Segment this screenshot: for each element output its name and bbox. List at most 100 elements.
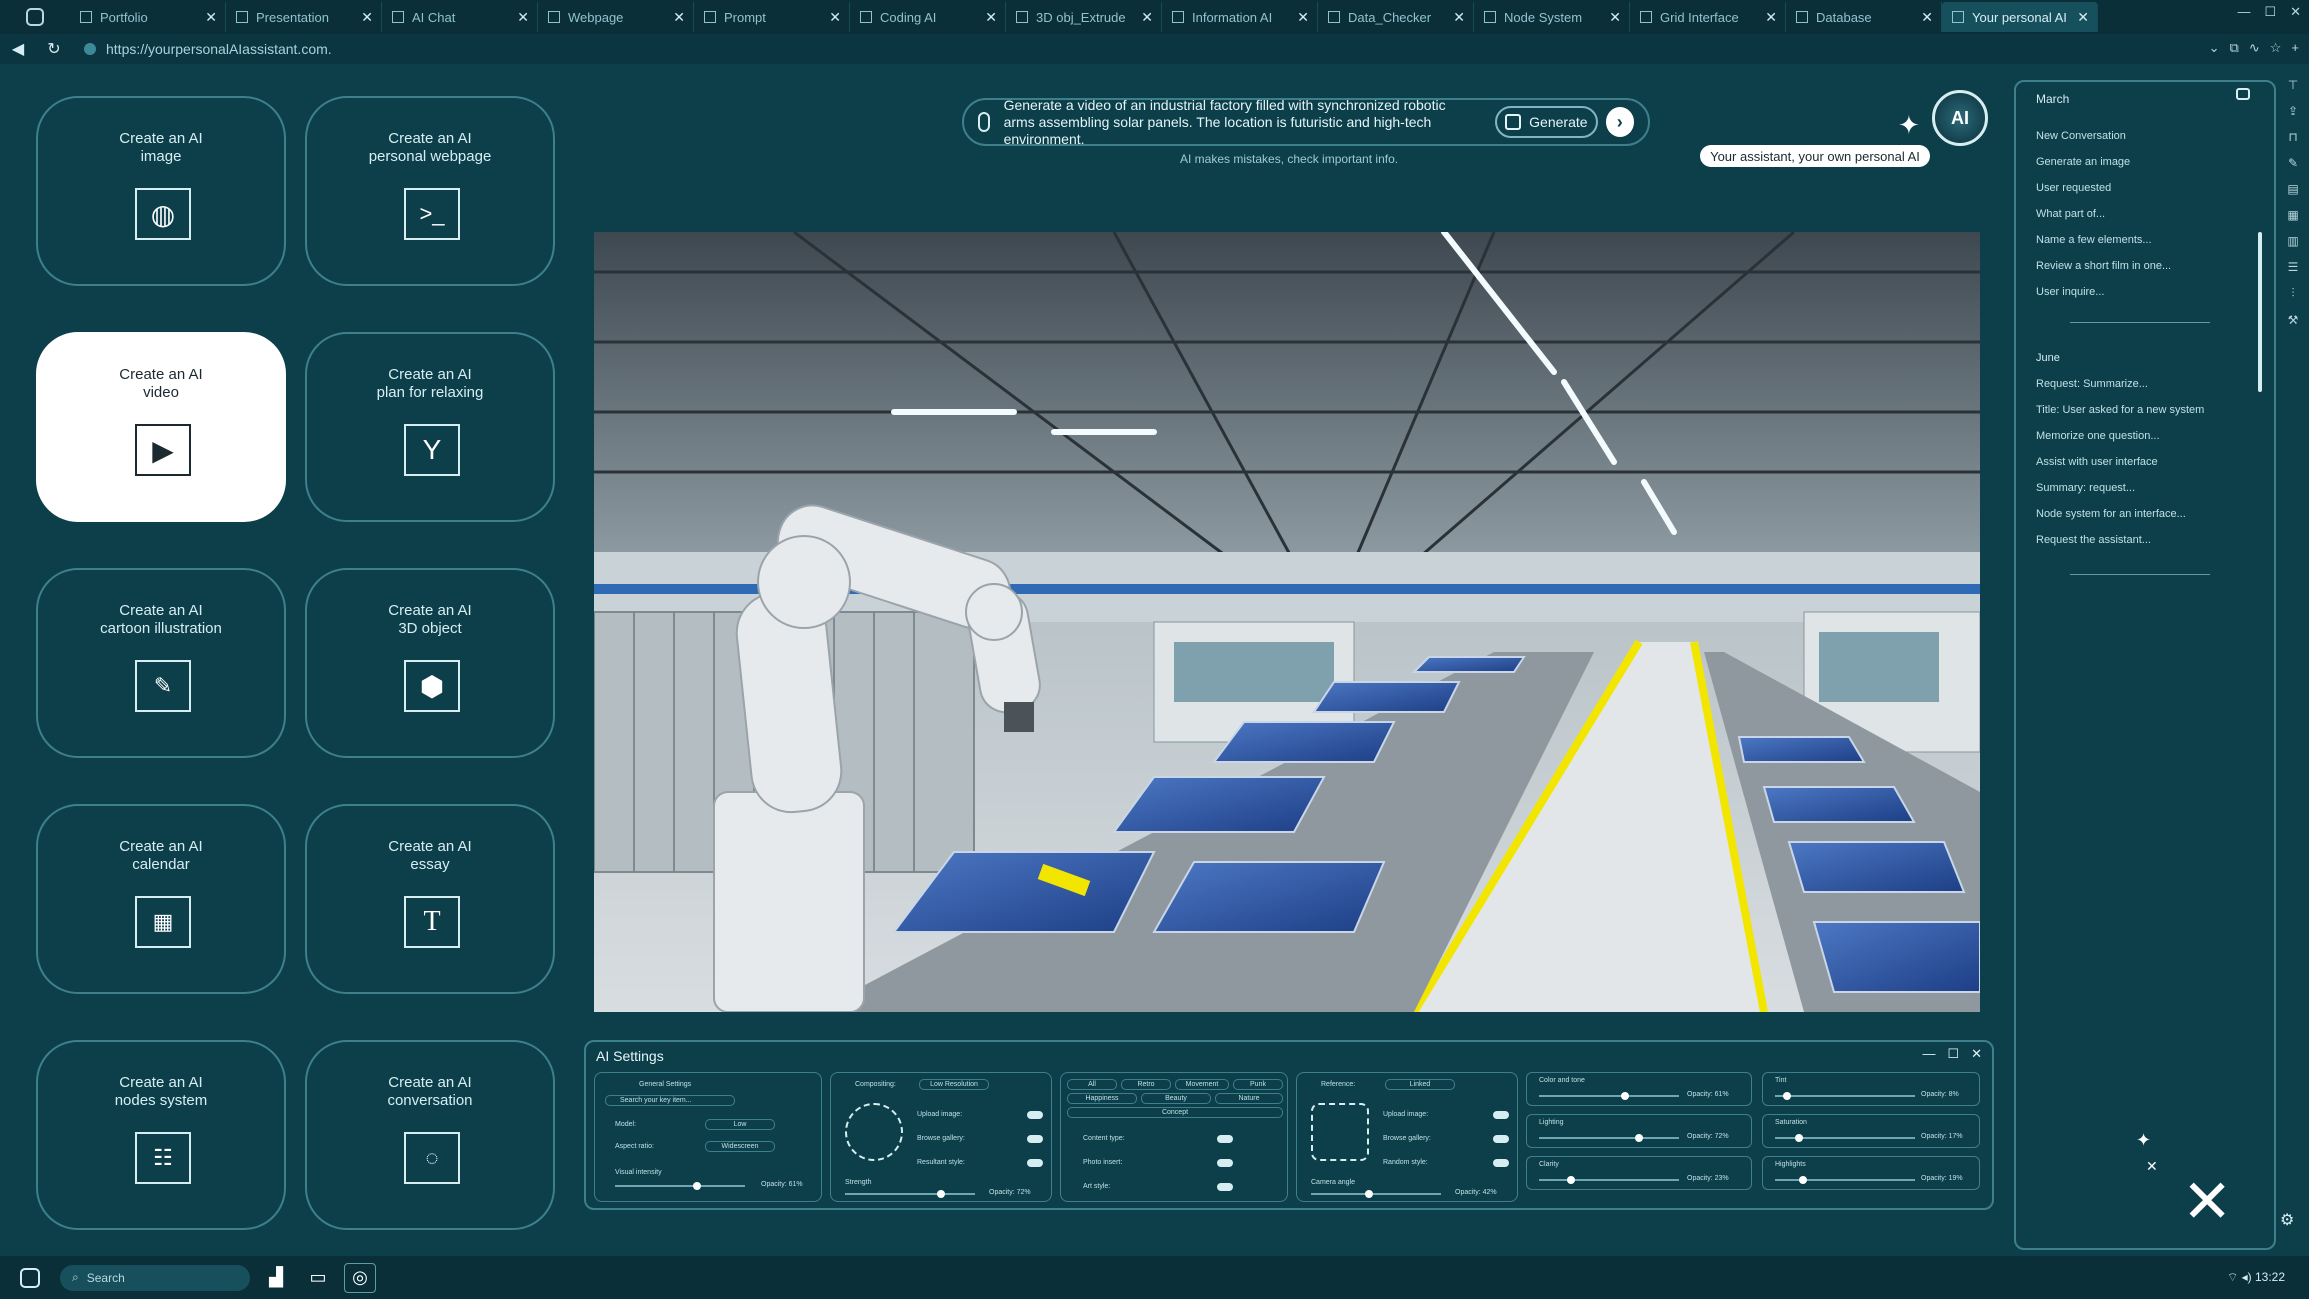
browse-gallery-toggle[interactable] <box>1027 1135 1043 1143</box>
close-icon[interactable]: ✕ <box>361 9 373 26</box>
wifi-icon[interactable]: ⌔ <box>2227 1270 2242 1284</box>
history-item[interactable]: Review a short film in one... <box>2036 260 2171 272</box>
tools-icon[interactable]: ⚒ <box>2288 313 2299 327</box>
prompt-bar[interactable]: Generate a video of an industrial factor… <box>962 97 1650 148</box>
concept-chip[interactable]: All <box>1067 1079 1117 1090</box>
resultant-style-toggle[interactable] <box>1027 1159 1043 1167</box>
history-scrollbar[interactable] <box>2258 232 2262 392</box>
prompt-input[interactable]: Generate a video of an industrial factor… <box>1004 97 1478 148</box>
concept-chip[interactable]: Punk <box>1233 1079 1283 1090</box>
history-item[interactable]: Assist with user interface <box>2036 456 2158 468</box>
reference-select[interactable]: Linked <box>1385 1079 1455 1090</box>
concept-chip[interactable]: Retro <box>1121 1079 1171 1090</box>
close-icon[interactable]: ✕ <box>1297 9 1309 26</box>
tab-coding-ai[interactable]: Coding AI ✕ <box>850 2 1006 32</box>
browser-app-icon[interactable]: ◎ <box>344 1262 376 1293</box>
concept-chip[interactable]: Happiness <box>1067 1093 1137 1104</box>
back-icon[interactable]: ◀ <box>0 39 36 59</box>
close-icon[interactable]: ✕ <box>1921 9 1933 26</box>
close-icon[interactable]: ✕ <box>1141 9 1153 26</box>
history-item[interactable]: Request: Summarize... <box>2036 378 2148 390</box>
tab-ai-chat[interactable]: AI Chat ✕ <box>382 2 538 32</box>
close-icon[interactable]: ✕ <box>985 9 997 26</box>
folder-icon[interactable]: ▭ <box>302 1263 334 1293</box>
visual-intensity-slider[interactable] <box>615 1182 745 1190</box>
reference-browse-toggle[interactable] <box>1493 1135 1509 1143</box>
start-icon[interactable] <box>0 1267 60 1288</box>
library-icon[interactable]: ▥ <box>2287 234 2298 248</box>
camera-angle-slider[interactable] <box>1311 1190 1441 1198</box>
maximize-icon[interactable]: ☐ <box>1947 1046 1959 1062</box>
strength-slider[interactable] <box>845 1190 975 1198</box>
share-icon[interactable]: ⇪ <box>2288 104 2298 118</box>
grid-icon[interactable]: ▦ <box>2287 208 2298 222</box>
send-arrow-icon[interactable]: › <box>1605 107 1634 137</box>
art-style-toggle[interactable] <box>1217 1183 1233 1191</box>
slider-knob[interactable] <box>1635 1134 1643 1142</box>
edit-icon[interactable]: ✎ <box>2288 156 2298 170</box>
tint-slider[interactable] <box>1775 1092 1915 1100</box>
tab-grid-interface[interactable]: Grid Interface ✕ <box>1630 2 1786 32</box>
bookmark-icon[interactable]: ☆ <box>2270 40 2282 56</box>
card-create-3d-object[interactable]: Create an AI 3D object ⬢ <box>305 568 555 758</box>
close-icon[interactable]: ✕ <box>517 9 529 26</box>
tab-database[interactable]: Database ✕ <box>1786 2 1942 32</box>
generate-button[interactable]: Generate <box>1495 106 1598 138</box>
history-item[interactable]: User requested <box>2036 182 2111 194</box>
photo-insert-toggle[interactable] <box>1217 1159 1233 1167</box>
history-item[interactable]: Generate an image <box>2036 156 2130 168</box>
document-icon[interactable]: ▤ <box>2287 182 2298 196</box>
volume-icon[interactable]: ◂) <box>2242 1270 2255 1284</box>
pin-icon[interactable]: ⊤ <box>2288 78 2298 92</box>
list-icon[interactable]: ☰ <box>2288 260 2299 274</box>
minimize-icon[interactable]: — <box>1922 1046 1935 1062</box>
card-create-video[interactable]: Create an AI video ▶ <box>36 332 286 522</box>
model-select[interactable]: Low <box>705 1119 775 1130</box>
tab-information-ai[interactable]: Information AI ✕ <box>1162 2 1318 32</box>
history-item[interactable]: User inquire... <box>2036 286 2104 298</box>
close-icon[interactable]: ✕ <box>673 9 685 26</box>
close-icon[interactable]: ✕ <box>1609 9 1621 26</box>
history-item[interactable]: Title: User asked for a new system <box>2036 404 2204 416</box>
close-icon[interactable]: ✕ <box>1765 9 1777 26</box>
dropdown-icon[interactable]: ⌄ <box>2209 40 2220 56</box>
slider-knob[interactable] <box>1795 1134 1803 1142</box>
tab-data-checker[interactable]: Data_Checker ✕ <box>1318 2 1474 32</box>
browser-logo-icon[interactable] <box>0 0 70 34</box>
slider-knob[interactable] <box>937 1190 945 1198</box>
concept-chip[interactable]: Nature <box>1215 1093 1283 1104</box>
saturation-slider[interactable] <box>1775 1134 1915 1142</box>
concept-chip[interactable]: Beauty <box>1141 1093 1211 1104</box>
history-item[interactable]: Name a few elements... <box>2036 234 2152 246</box>
card-create-calendar[interactable]: Create an AI calendar ▦ <box>36 804 286 994</box>
clarity-slider[interactable] <box>1539 1176 1679 1184</box>
add-icon[interactable]: + <box>2291 40 2299 56</box>
history-item[interactable]: What part of... <box>2036 208 2105 220</box>
random-style-toggle[interactable] <box>1493 1159 1509 1167</box>
highlights-slider[interactable] <box>1775 1176 1915 1184</box>
slider-knob[interactable] <box>1365 1190 1373 1198</box>
slider-knob[interactable] <box>1567 1176 1575 1184</box>
assistant-avatar[interactable]: AI <box>1932 90 1988 146</box>
tab-your-personal-ai[interactable]: Your personal AI ✕ <box>1942 2 2098 32</box>
taskbar-search-input[interactable]: ⌕ Search <box>60 1264 250 1291</box>
card-create-cartoon[interactable]: Create an AI cartoon illustration ✎ <box>36 568 286 758</box>
history-item[interactable]: Request the assistant... <box>2036 534 2151 546</box>
close-icon[interactable]: ✕ <box>205 9 217 26</box>
lock-icon[interactable]: ⊓ <box>2288 130 2297 144</box>
settings-search-input[interactable]: Search your key item... <box>605 1095 735 1106</box>
extension-icon[interactable]: ∿ <box>2249 40 2260 56</box>
content-type-toggle[interactable] <box>1217 1135 1233 1143</box>
slider-knob[interactable] <box>693 1182 701 1190</box>
screenshot-icon[interactable]: ⧉ <box>2230 40 2239 56</box>
lighting-slider[interactable] <box>1539 1134 1679 1142</box>
chart-icon[interactable]: ⫶ <box>2291 286 2294 301</box>
close-icon[interactable]: ✕ <box>829 9 841 26</box>
history-item[interactable]: New Conversation <box>2036 130 2126 142</box>
concept-chip[interactable]: Concept <box>1067 1107 1283 1118</box>
upload-image-toggle[interactable] <box>1027 1111 1043 1119</box>
card-create-nodes[interactable]: Create an AI nodes system ☷ <box>36 1040 286 1230</box>
tab-webpage[interactable]: Webpage ✕ <box>538 2 694 32</box>
card-create-relax-plan[interactable]: Create an AI plan for relaxing Y <box>305 332 555 522</box>
tab-portfolio[interactable]: Portfolio ✕ <box>70 2 226 32</box>
